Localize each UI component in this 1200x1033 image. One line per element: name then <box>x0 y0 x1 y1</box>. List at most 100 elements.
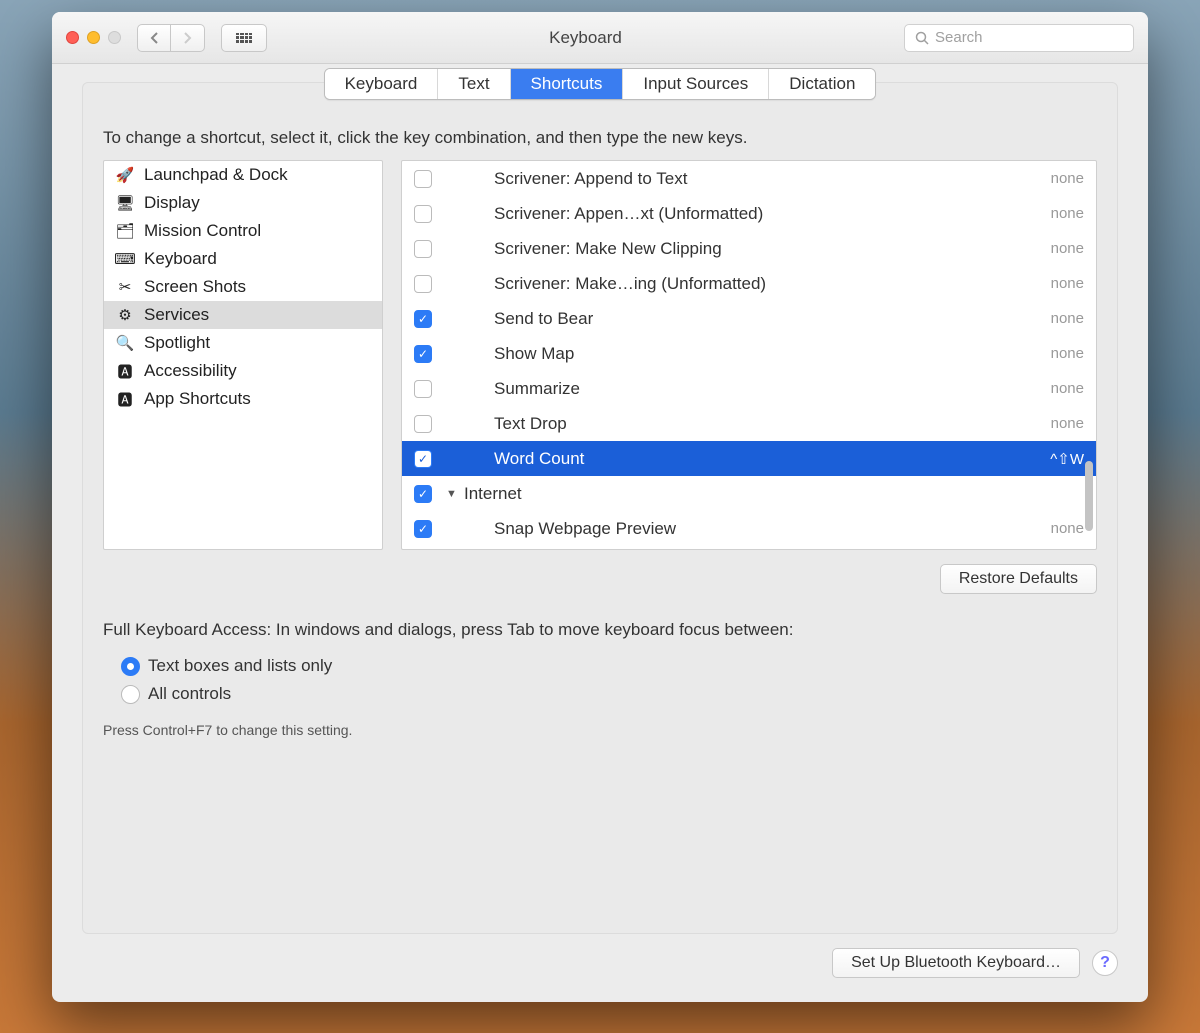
shortcut-label: Send to Bear <box>494 309 994 329</box>
sidebar-item-label: App Shortcuts <box>144 389 251 409</box>
shortcut-label: Scrivener: Appen…xt (Unformatted) <box>494 204 994 224</box>
shortcut-keys[interactable]: none <box>994 520 1084 537</box>
radio-option[interactable]: All controls <box>103 680 1097 708</box>
shortcut-checkbox[interactable] <box>414 205 432 223</box>
sidebar-item-keyboard[interactable]: ⌨Keyboard <box>104 245 382 273</box>
back-button[interactable] <box>137 24 171 52</box>
sidebar-item-mission-control[interactable]: 🗂 Mission Control <box>104 217 382 245</box>
shortcut-checkbox[interactable]: ✓ <box>414 345 432 363</box>
nav-buttons <box>137 24 205 52</box>
sidebar-item-accessibility[interactable]: 🅰Accessibility <box>104 357 382 385</box>
shortcut-row[interactable]: ✓Snap Webpage Previewnone <box>402 511 1096 546</box>
shortcut-row[interactable]: Text Dropnone <box>402 406 1096 441</box>
shortcuts-list[interactable]: Scrivener: Append to TextnoneScrivener: … <box>401 160 1097 550</box>
forward-button[interactable] <box>171 24 205 52</box>
shortcut-row[interactable]: Summarizenone <box>402 371 1096 406</box>
category-sidebar[interactable]: 🚀Launchpad & Dock 🖥 Display 🗂 Mission Contro… <box>103 160 383 550</box>
bottom-row: Set Up Bluetooth Keyboard… ? <box>82 948 1118 978</box>
shortcut-keys[interactable]: none <box>994 170 1084 187</box>
shortcut-checkbox[interactable]: ✓ <box>414 310 432 328</box>
scrollbar-thumb[interactable] <box>1085 461 1093 531</box>
content: KeyboardTextShortcutsInput SourcesDictat… <box>52 64 1148 1002</box>
shortcut-checkbox[interactable] <box>414 275 432 293</box>
zoom-button[interactable] <box>108 31 121 44</box>
tabs-container: KeyboardTextShortcutsInput SourcesDictat… <box>103 82 1097 100</box>
bluetooth-keyboard-button[interactable]: Set Up Bluetooth Keyboard… <box>832 948 1080 978</box>
shortcut-keys[interactable]: ^⇧W <box>994 450 1084 468</box>
sidebar-item-label: Screen Shots <box>144 277 246 297</box>
sidebar-item-icon: 🗂 <box>114 222 136 240</box>
sidebar-item-label: Mission Control <box>144 221 261 241</box>
shortcut-label: Text Drop <box>494 414 994 434</box>
tab-shortcuts[interactable]: Shortcuts <box>511 69 624 99</box>
shortcut-label: Scrivener: Make New Clipping <box>494 239 994 259</box>
tab-text[interactable]: Text <box>438 69 510 99</box>
shortcut-row[interactable]: ✓Show Mapnone <box>402 336 1096 371</box>
sidebar-item-icon: ⚙ <box>114 306 136 324</box>
shortcut-checkbox[interactable] <box>414 415 432 433</box>
tab-keyboard[interactable]: Keyboard <box>325 69 439 99</box>
search-field[interactable]: Search <box>904 24 1134 52</box>
tabbar: KeyboardTextShortcutsInput SourcesDictat… <box>324 68 877 100</box>
sidebar-item-label: Display <box>144 193 200 213</box>
shortcut-row[interactable]: Scrivener: Appen…xt (Unformatted)none <box>402 196 1096 231</box>
shortcut-row[interactable]: Scrivener: Append to Textnone <box>402 161 1096 196</box>
sidebar-item-icon: ⌨ <box>114 250 136 268</box>
shortcut-checkbox[interactable] <box>414 240 432 258</box>
help-button[interactable]: ? <box>1092 950 1118 976</box>
tab-input-sources[interactable]: Input Sources <box>623 69 769 99</box>
sidebar-item-display[interactable]: 🖥 Display <box>104 189 382 217</box>
sidebar-item-label: Accessibility <box>144 361 237 381</box>
shortcut-keys[interactable]: none <box>994 240 1084 257</box>
shortcut-row[interactable]: Scrivener: Make New Clippingnone <box>402 231 1096 266</box>
shortcut-label: Scrivener: Append to Text <box>494 169 994 189</box>
search-icon <box>915 31 929 45</box>
sidebar-item-icon: 🔍 <box>114 334 136 352</box>
sidebar-item-spotlight[interactable]: 🔍Spotlight <box>104 329 382 357</box>
restore-row: Restore Defaults <box>103 564 1097 594</box>
tab-dictation[interactable]: Dictation <box>769 69 875 99</box>
restore-defaults-button[interactable]: Restore Defaults <box>940 564 1097 594</box>
shortcut-keys[interactable]: none <box>994 275 1084 292</box>
preferences-window: Keyboard Search KeyboardTextShortcutsInp… <box>52 12 1148 1002</box>
keyboard-access-hint: Press Control+F7 to change this setting. <box>103 722 1097 738</box>
radio-option[interactable]: Text boxes and lists only <box>103 652 1097 680</box>
shortcut-keys[interactable]: none <box>994 205 1084 222</box>
sidebar-item-icon: 🖥 <box>114 194 136 212</box>
shortcut-checkbox[interactable] <box>414 380 432 398</box>
shortcut-label: Word Count <box>494 449 994 469</box>
traffic-lights <box>66 31 121 44</box>
shortcut-group[interactable]: ✓ ▼ Internet <box>402 476 1096 511</box>
shortcut-keys[interactable]: none <box>994 310 1084 327</box>
grid-icon <box>236 33 252 43</box>
shortcut-row[interactable]: ✓ Word Count^⇧W <box>402 441 1096 476</box>
shortcut-keys[interactable]: none <box>994 345 1084 362</box>
instruction-text: To change a shortcut, select it, click t… <box>103 128 1097 148</box>
radio-button[interactable] <box>121 685 140 704</box>
shortcut-keys[interactable]: none <box>994 415 1084 432</box>
shortcut-label: Internet <box>464 484 1084 504</box>
shortcut-label: Summarize <box>494 379 994 399</box>
close-button[interactable] <box>66 31 79 44</box>
sidebar-item-launchpad-dock[interactable]: 🚀Launchpad & Dock <box>104 161 382 189</box>
sidebar-item-label: Services <box>144 305 209 325</box>
shortcut-row[interactable]: Scrivener: Make…ing (Unformatted)none <box>402 266 1096 301</box>
keyboard-access-label: Full Keyboard Access: In windows and dia… <box>103 620 1097 640</box>
sidebar-item-screen-shots[interactable]: ✂ Screen Shots <box>104 273 382 301</box>
shortcut-row[interactable]: ✓ Send to Bearnone <box>402 301 1096 336</box>
sidebar-item-services[interactable]: ⚙ Services <box>104 301 382 329</box>
titlebar: Keyboard Search <box>52 12 1148 64</box>
shortcut-checkbox[interactable] <box>414 170 432 188</box>
sidebar-item-icon: ✂ <box>114 278 136 296</box>
sidebar-item-app-shortcuts[interactable]: 🅰App Shortcuts <box>104 385 382 413</box>
minimize-button[interactable] <box>87 31 100 44</box>
shortcut-checkbox[interactable]: ✓ <box>414 450 432 468</box>
disclosure-triangle-icon[interactable]: ▼ <box>446 488 460 500</box>
shortcut-checkbox[interactable]: ✓ <box>414 485 432 503</box>
show-all-button[interactable] <box>221 24 267 52</box>
radio-button[interactable] <box>121 657 140 676</box>
shortcut-keys[interactable]: none <box>994 380 1084 397</box>
shortcut-checkbox[interactable]: ✓ <box>414 520 432 538</box>
search-placeholder: Search <box>935 29 983 46</box>
shortcut-label: Scrivener: Make…ing (Unformatted) <box>494 274 994 294</box>
